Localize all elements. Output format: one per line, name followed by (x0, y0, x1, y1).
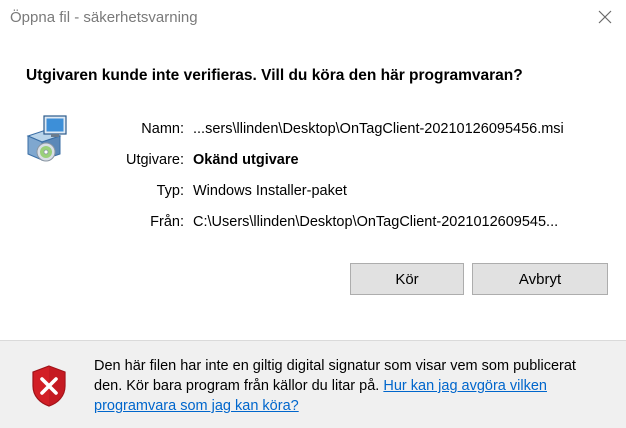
from-value: C:\Users\llinden\Desktop\OnTagClient-202… (193, 214, 559, 230)
title-bar[interactable]: Öppna fil - säkerhetsvarning (0, 0, 626, 38)
type-label: Typ: (156, 183, 184, 199)
run-button[interactable]: Kör (350, 263, 464, 295)
security-warning-dialog: Öppna fil - säkerhetsvarning Utgivaren k… (0, 0, 626, 428)
publisher-label: Utgivare: (125, 152, 184, 168)
from-label: Från: (150, 214, 184, 230)
dialog-headline: Utgivaren kunde inte verifieras. Vill du… (26, 67, 523, 84)
close-button[interactable] (590, 2, 620, 32)
name-value: ...sers\llinden\Desktop\OnTagClient-2021… (193, 121, 564, 137)
warning-message: Den här filen har inte en giltig digital… (94, 356, 604, 416)
footer-divider (0, 340, 626, 341)
name-label: Namn: (141, 121, 184, 137)
publisher-value: Okänd utgivare (193, 152, 299, 168)
type-value: Windows Installer-paket (193, 183, 347, 199)
security-shield-x-icon (32, 365, 66, 407)
window-title: Öppna fil - säkerhetsvarning (10, 9, 198, 26)
close-icon (598, 10, 612, 24)
cancel-button[interactable]: Avbryt (472, 263, 608, 295)
